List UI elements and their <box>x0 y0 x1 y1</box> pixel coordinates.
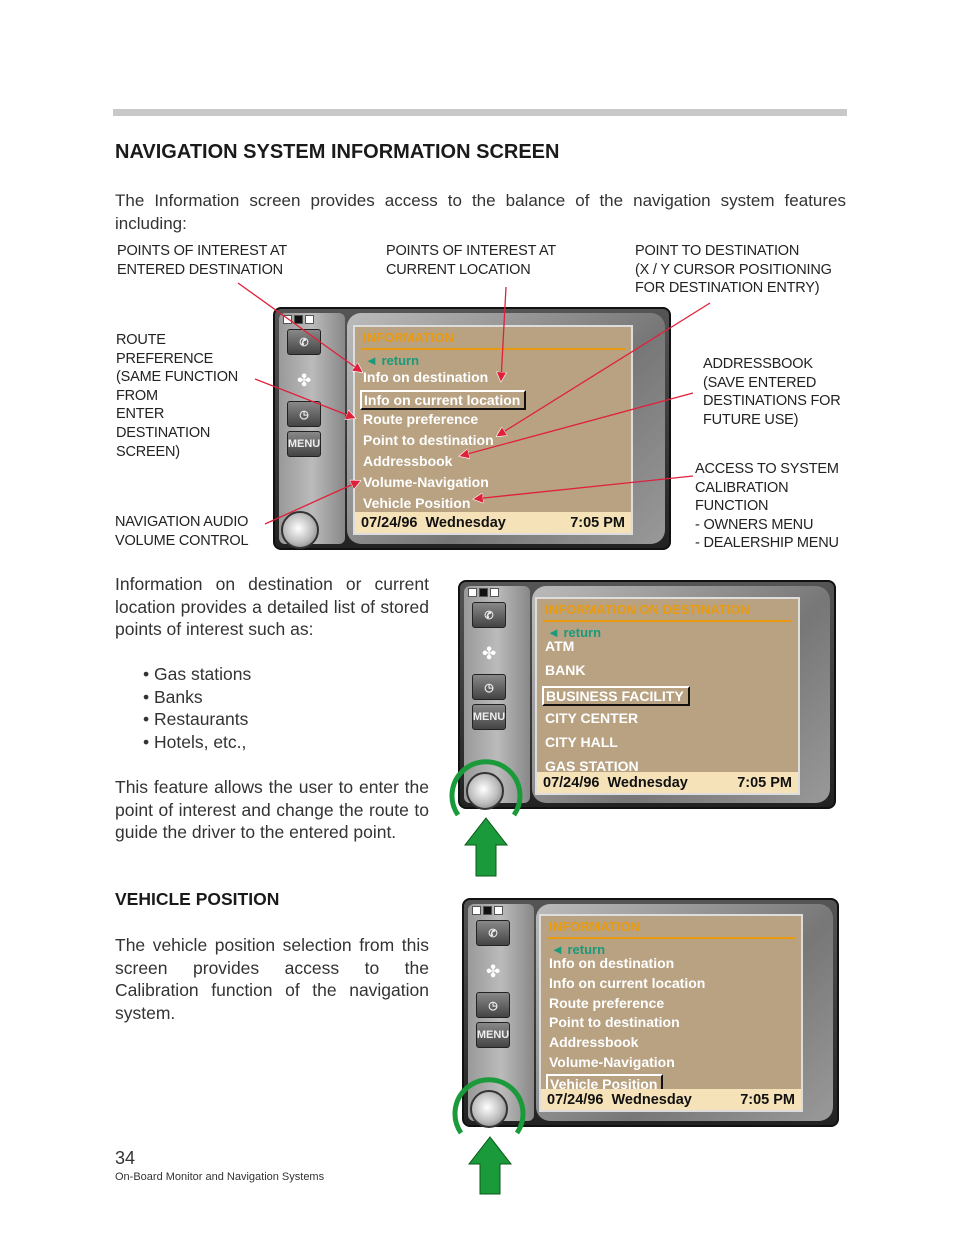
bullet-item: • Hotels, etc., <box>143 731 247 752</box>
bullet-item: • Gas stations <box>143 664 252 684</box>
info-paragraph: Information on destination or current lo… <box>115 574 429 640</box>
arrow-poi-current <box>501 286 506 381</box>
push-arrow-icon <box>467 1136 513 1195</box>
arrow-calibration <box>474 475 694 499</box>
rotate-knob-indicator-1 <box>449 759 523 817</box>
feature-paragraph: This feature allows the user to enter th… <box>115 777 429 843</box>
bullet-item: • Restaurants <box>143 709 249 730</box>
poi-bullet-list: • Gas stations • Banks • Restaurants • Hote… <box>143 663 251 753</box>
arrow-point-to-destination <box>497 302 711 436</box>
arrow-volume <box>264 481 360 525</box>
vehicle-position-heading: VEHICLE POSITION <box>115 889 280 909</box>
rotate-knob-indicator-2 <box>452 1077 526 1135</box>
arrow-route-preference <box>254 378 355 418</box>
bullet-item: • Banks <box>143 686 203 707</box>
page-number: 34 <box>115 1148 136 1168</box>
push-arrow-icon <box>463 817 509 877</box>
vehicle-paragraph: The vehicle position selection from this… <box>115 935 429 1023</box>
footer-text: On-Board Monitor and Navigation Systems <box>115 1171 325 1183</box>
arrow-poi-destination <box>237 282 362 372</box>
arrow-addressbook <box>460 392 694 456</box>
